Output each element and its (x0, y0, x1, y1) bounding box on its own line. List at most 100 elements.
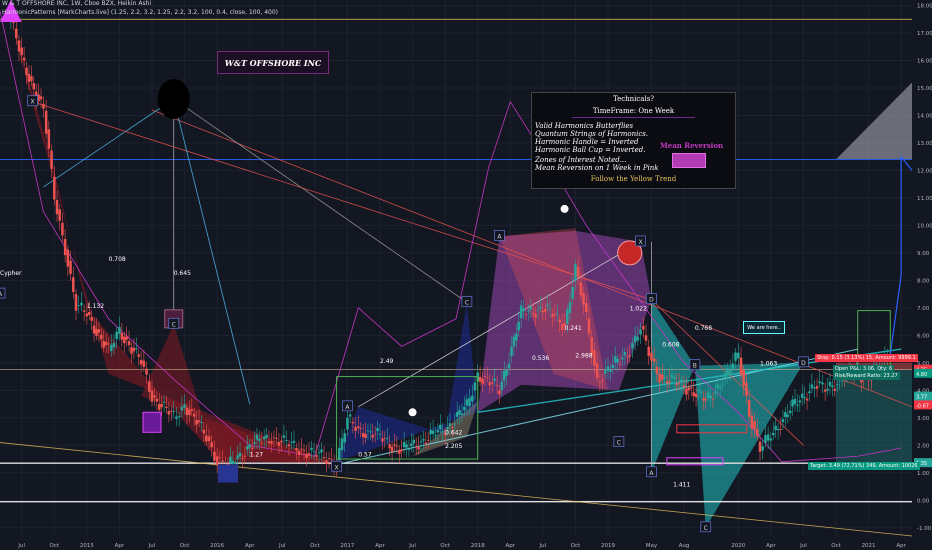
candle-body (338, 447, 341, 460)
x-tick-label: Jul (539, 543, 547, 549)
candle-body (236, 455, 239, 459)
candle-body (709, 395, 712, 399)
candle-body (243, 455, 247, 457)
candle-body (340, 438, 344, 451)
panel-divider (572, 117, 695, 118)
candle-body (434, 435, 437, 437)
panel-line: Quantum Strings of Harmonics. (535, 130, 649, 138)
candle-body (576, 266, 580, 277)
candle-body (419, 441, 423, 443)
candle-body (779, 429, 782, 430)
candle-body (818, 381, 821, 384)
candle-body (55, 199, 59, 215)
candle-body (202, 429, 206, 434)
candle-body (805, 398, 809, 401)
candle-body (769, 438, 773, 441)
price-chart[interactable]: XACXACAXDCBACDCypher0.7080.6451.1322.491… (0, 0, 932, 550)
candle-body (579, 282, 583, 296)
candle-body (50, 150, 53, 169)
candle-body (153, 395, 156, 398)
candle-body (246, 446, 249, 450)
candle-body (115, 331, 118, 340)
candle-body (742, 370, 745, 386)
candle-body (618, 363, 622, 365)
chart-label: 0.708 (109, 256, 126, 263)
price-tag-label: 4.80 (916, 372, 927, 378)
candle-body (272, 436, 276, 438)
pattern-point-label: X (31, 99, 35, 106)
chart-background (0, 0, 932, 550)
price-tag-label: -0.67 (916, 403, 929, 409)
candle-body (483, 376, 487, 378)
y-tick-label: 15.00 (917, 86, 932, 92)
candle-body (488, 382, 492, 386)
x-tick-label: Apr (375, 543, 385, 549)
indicator-header: HarmonicPatterns [MarkCharts.live] (1.25… (2, 9, 278, 16)
x-tick-label: 2017 (340, 543, 354, 549)
panel-timeframe: TimeFrame: One Week (592, 107, 675, 115)
candle-body (673, 376, 676, 380)
candle-body (702, 398, 705, 401)
candle-body (250, 447, 254, 449)
candle-body (248, 444, 251, 448)
candle-body (658, 373, 661, 383)
candle-body (385, 438, 389, 440)
candle-body (623, 352, 627, 356)
candle-body (835, 383, 839, 385)
follow-yellow-trend: Follow the Yellow Trend (590, 175, 677, 183)
chart-stage[interactable]: XACXACAXDCBACDCypher0.7080.6451.1322.491… (0, 0, 932, 550)
candle-body (647, 346, 650, 356)
candle-body (63, 238, 67, 256)
candle-body (300, 448, 303, 450)
candle-body (61, 222, 64, 236)
candle-body (15, 28, 18, 39)
candle-body (145, 368, 148, 375)
candle-body (831, 385, 834, 388)
candle-body (766, 434, 770, 441)
candle-body (784, 412, 787, 418)
candle-body (27, 73, 31, 82)
chart-label: 2.205 (445, 443, 462, 450)
candle-body (80, 302, 83, 306)
y-tick-label: 14.00 (917, 113, 932, 119)
candle-body (241, 458, 244, 460)
candle-body (613, 356, 617, 363)
candle-body (292, 440, 296, 443)
candle-body (74, 294, 78, 311)
candle-body (478, 376, 482, 382)
candle-body (260, 442, 264, 444)
chart-label: 1.022 (630, 306, 647, 313)
candle-body (810, 384, 814, 389)
candle-body (305, 454, 308, 459)
candle-body (747, 400, 751, 417)
candle-body (123, 336, 126, 344)
candle-body (840, 380, 844, 382)
candle-body (455, 412, 459, 417)
candle-body (798, 400, 802, 403)
x-tick-label: 2018 (471, 543, 485, 549)
candle-body (412, 439, 416, 444)
y-tick-label: 16.00 (917, 58, 932, 64)
candle-body (282, 435, 286, 438)
candle-body (213, 451, 216, 461)
candle-body (207, 436, 211, 442)
chart-label: 1.27 (250, 451, 264, 458)
candle-body (197, 420, 201, 423)
candle-body (172, 411, 175, 413)
x-tick-label: Oct (440, 543, 450, 549)
candle-body (675, 383, 679, 386)
candle-body (88, 312, 91, 315)
candle-body (721, 385, 724, 386)
panel-line: Valid Harmonics Butterflies (535, 122, 634, 130)
candle-body (661, 374, 664, 380)
we-are-here-callout: We are here.. (743, 321, 785, 334)
candle-body (238, 452, 242, 457)
y-tick-label: 8.00 (917, 278, 930, 284)
x-tick-label: Oct (571, 543, 581, 549)
candle-body (539, 306, 542, 309)
candle-body (417, 447, 420, 450)
candle-body (302, 449, 306, 451)
candle-body (436, 429, 440, 433)
candle-body (402, 442, 406, 448)
candle-body (183, 404, 186, 408)
